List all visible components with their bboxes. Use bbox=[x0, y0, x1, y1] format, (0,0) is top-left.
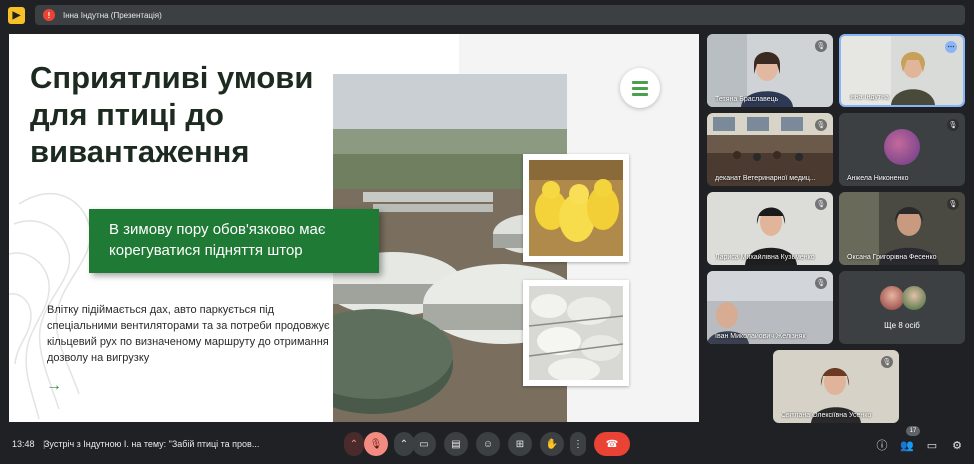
presenter-indicator-icon: ! bbox=[43, 9, 55, 21]
avatar bbox=[884, 129, 920, 165]
broilers-photo bbox=[523, 280, 629, 386]
participant-tile[interactable]: 🎙 Іван Миколайович Желізняк bbox=[707, 271, 833, 344]
clock: 13:48 | bbox=[12, 439, 45, 449]
participant-tile[interactable]: 🎙 Тетяна Браславець bbox=[707, 34, 833, 107]
participant-name: Інна Індутна bbox=[849, 94, 889, 101]
meeting-title: Зустріч з Індутною І. на тему: "Забій пт… bbox=[44, 439, 260, 449]
mic-off-icon: 🎙 bbox=[881, 356, 893, 368]
participant-name: Світлана Олексіївна Усенко bbox=[781, 412, 872, 419]
participant-count-badge: 17 bbox=[906, 426, 920, 436]
captions-button[interactable]: ▤ bbox=[444, 432, 468, 456]
leave-call-button[interactable]: ☎ bbox=[594, 432, 630, 456]
participant-name: Іван Миколайович Желізняк bbox=[715, 333, 806, 340]
participant-name: Тетяна Браславець bbox=[715, 96, 779, 103]
slide-title: Сприятливі умови для птиці до вивантажен… bbox=[30, 60, 314, 169]
arrow-right-icon: → bbox=[46, 377, 62, 394]
slide-body-text: Влітку підіймається дах, авто паркується… bbox=[47, 304, 330, 364]
top-bar: ▶ ! Інна Індутна (Презентація) bbox=[0, 0, 974, 30]
present-screen-button[interactable]: ⊞ bbox=[508, 432, 532, 456]
participant-tile[interactable]: 🎙 Світлана Олексіївна Усенко bbox=[773, 350, 899, 423]
meeting-info-icon[interactable]: ⓘ bbox=[873, 436, 891, 454]
raise-hand-button[interactable]: ✋ bbox=[540, 432, 564, 456]
highlight-callout: В зимову пору обов'язково має корегувати… bbox=[89, 209, 379, 273]
participant-name: Анжела Никоненко bbox=[847, 175, 909, 182]
hamburger-menu-icon bbox=[620, 68, 660, 108]
people-icon[interactable]: 👥 bbox=[898, 436, 916, 454]
meet-logo-icon: ▶ bbox=[8, 7, 25, 24]
mic-options-chevron-icon[interactable]: ⌃ bbox=[344, 432, 364, 456]
camera-options-chevron-icon[interactable]: ⌃ bbox=[394, 432, 414, 456]
mic-off-icon: 🎙 bbox=[815, 119, 827, 131]
presentation-slide: Сприятливі умови для птиці до вивантажен… bbox=[9, 34, 699, 422]
more-options-button[interactable]: ⋮ bbox=[570, 432, 586, 456]
more-options-icon[interactable]: ⋯ bbox=[945, 41, 957, 53]
camera-toggle-button[interactable]: ▭ bbox=[412, 432, 436, 456]
presentation-banner-label: Інна Індутна (Презентація) bbox=[63, 10, 162, 20]
mic-off-icon: 🎙 bbox=[815, 277, 827, 289]
bottom-control-bar: 13:48 | Зустріч з Індутною І. на тему: "… bbox=[0, 428, 974, 464]
more-participants-tile[interactable]: Ще 8 осіб bbox=[839, 271, 965, 344]
participant-name: Лариса Михайлівна Кузьменко bbox=[715, 254, 815, 261]
participant-tile[interactable]: 🎙 Лариса Михайлівна Кузьменко bbox=[707, 192, 833, 265]
time-text: 13:48 bbox=[12, 439, 35, 449]
participant-name: деканат Ветеринарної медиц... bbox=[715, 175, 816, 182]
avatar bbox=[880, 286, 904, 310]
participant-tile[interactable]: 🎙 Анжела Никоненко bbox=[839, 113, 965, 186]
mic-off-icon: 🎙 bbox=[815, 198, 827, 210]
more-participants-label: Ще 8 осіб bbox=[884, 321, 920, 330]
emoji-reactions-button[interactable]: ☺ bbox=[476, 432, 500, 456]
mic-off-icon: 🎙 bbox=[815, 40, 827, 52]
participant-tile-active-speaker[interactable]: ⋯ Інна Індутна bbox=[839, 34, 965, 107]
chat-icon[interactable]: ▭ bbox=[923, 436, 941, 454]
participant-tile[interactable]: 🎙 Оксана Григорівна Фесенко bbox=[839, 192, 965, 265]
mic-off-icon: 🎙 bbox=[947, 198, 959, 210]
mic-off-icon: 🎙 bbox=[947, 119, 959, 131]
avatar bbox=[902, 286, 926, 310]
mic-toggle-button[interactable]: 🎙 bbox=[364, 432, 388, 456]
participant-name: Оксана Григорівна Фесенко bbox=[847, 254, 937, 261]
participant-tile[interactable]: 🎙 деканат Ветеринарної медиц... bbox=[707, 113, 833, 186]
presentation-banner[interactable]: ! Інна Індутна (Презентація) bbox=[35, 5, 965, 25]
chicks-photo bbox=[523, 154, 629, 262]
activities-icon[interactable]: ⚙ bbox=[948, 436, 966, 454]
